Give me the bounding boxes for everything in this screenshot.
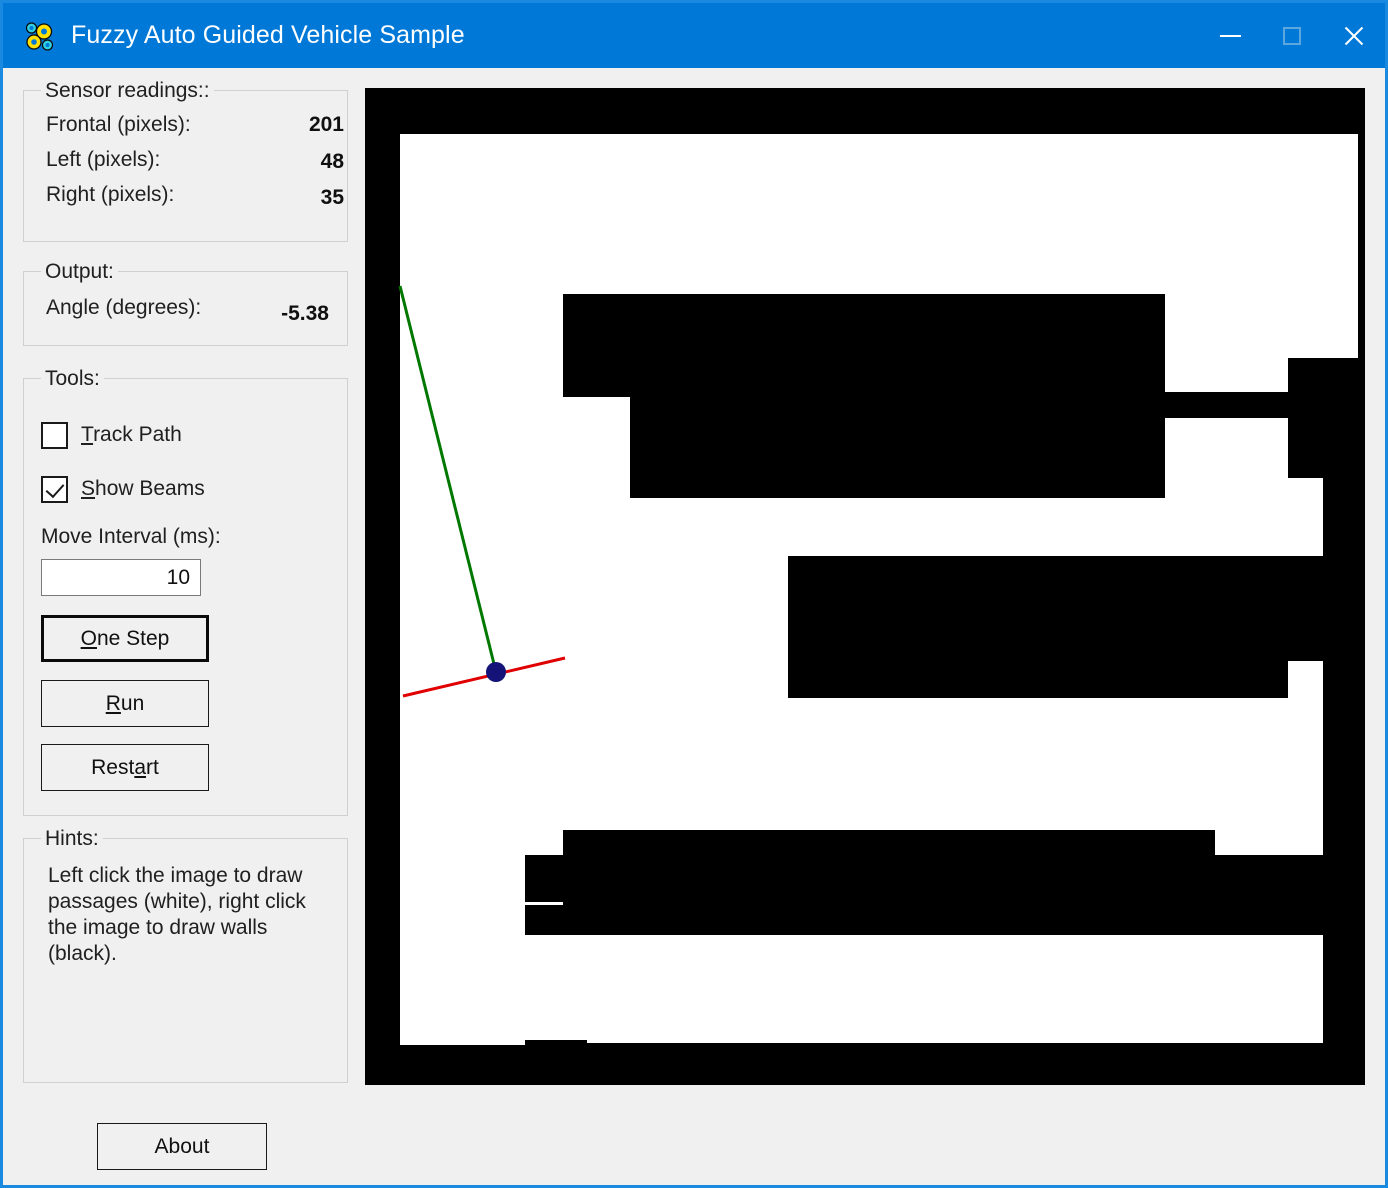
sensor-readings-legend: Sensor readings::: [41, 79, 214, 103]
show-beams-checkbox[interactable]: Show Beams: [41, 475, 205, 503]
maximize-icon: [1283, 26, 1301, 45]
wall-region: [788, 556, 1323, 661]
output-legend: Output:: [41, 260, 118, 284]
hints-legend: Hints:: [41, 827, 103, 851]
gears-icon: [23, 19, 57, 53]
track-path-checkbox[interactable]: Track Path: [41, 421, 182, 449]
passage-region: [1288, 478, 1323, 855]
show-beams-checkbox-box[interactable]: [41, 475, 68, 503]
app-window: Fuzzy Auto Guided Vehicle Sample Sensor …: [0, 0, 1388, 1188]
one-step-label-text: ne Step: [96, 626, 170, 650]
left-sensor-value: 48: [320, 150, 344, 173]
right-sensor-value: 35: [320, 186, 344, 209]
wall-region: [630, 294, 1165, 498]
close-button[interactable]: [1323, 3, 1385, 68]
hints-text: Left click the image to draw passages (w…: [48, 864, 306, 965]
window-controls: [1199, 3, 1385, 68]
frontal-sensor-value: 201: [308, 113, 344, 136]
run-button-label: Run: [106, 692, 145, 716]
tools-legend: Tools:: [41, 367, 104, 391]
sensor-readings-group: Sensor readings:: Frontal (pixels): 201 …: [23, 79, 348, 242]
passage-region: [1288, 134, 1358, 358]
show-beams-label: Show Beams: [81, 477, 205, 501]
passage-region: [630, 567, 788, 855]
run-mnemonic: R: [105, 691, 121, 715]
tools-group: Tools: Track Path Show Beams Move Interv…: [23, 367, 348, 816]
one-step-mnemonic: O: [80, 626, 97, 650]
run-button[interactable]: Run: [41, 680, 209, 727]
track-path-mnemonic: T: [81, 423, 94, 446]
maze-canvas[interactable]: [365, 88, 1365, 1085]
restart-button[interactable]: Restart: [41, 744, 209, 791]
wall-region: [525, 855, 1165, 902]
left-sensor-label: Left (pixels):: [46, 148, 161, 171]
move-interval-label: Move Interval (ms):: [41, 525, 221, 548]
show-beams-label-text: how Beams: [95, 477, 205, 500]
show-beams-mnemonic: S: [81, 477, 96, 500]
client-area: Sensor readings:: Frontal (pixels): 201 …: [3, 68, 1385, 1185]
passage-region: [587, 1025, 1323, 1043]
about-button-label: About: [154, 1134, 210, 1158]
close-icon: [1342, 24, 1366, 48]
about-button[interactable]: About: [97, 1123, 267, 1170]
angle-value: -5.38: [281, 302, 329, 325]
track-path-label-text: rack Path: [93, 423, 182, 446]
frontal-sensor-label: Frontal (pixels):: [46, 113, 191, 136]
output-group: Output: Angle (degrees): -5.38: [23, 260, 348, 346]
minimize-button[interactable]: [1199, 3, 1261, 68]
window-title: Fuzzy Auto Guided Vehicle Sample: [71, 21, 465, 49]
title-bar: Fuzzy Auto Guided Vehicle Sample: [3, 3, 1385, 68]
minimize-icon: [1219, 34, 1241, 37]
hints-group: Hints: Left click the image to draw pass…: [23, 827, 348, 1083]
one-step-button-label: One Step: [81, 627, 170, 651]
track-path-checkbox-box[interactable]: [41, 421, 68, 449]
wall-region: [1165, 830, 1215, 860]
passage-region: [400, 900, 525, 1045]
restart-mnemonic: a: [134, 755, 147, 779]
restart-label-post: rt: [146, 755, 159, 779]
angle-label: Angle (degrees):: [46, 296, 202, 319]
restart-button-label: Restart: [91, 756, 159, 780]
vehicle-marker: [486, 662, 506, 682]
maximize-button[interactable]: [1261, 3, 1323, 68]
restart-label-pre: Rest: [91, 755, 135, 779]
passage-region: [400, 392, 630, 855]
right-sensor-label: Right (pixels):: [46, 183, 175, 206]
run-label-text: un: [120, 691, 145, 715]
one-step-button[interactable]: One Step: [41, 615, 209, 662]
track-path-label: Track Path: [81, 423, 182, 447]
move-interval-input[interactable]: [41, 559, 201, 596]
